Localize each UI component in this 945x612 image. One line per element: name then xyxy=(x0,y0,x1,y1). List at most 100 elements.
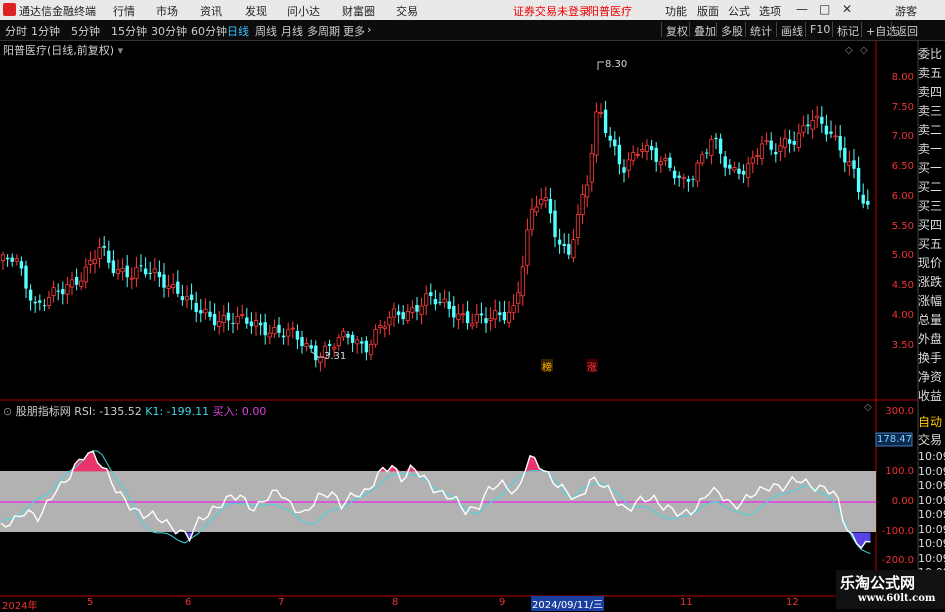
candle-body xyxy=(728,164,732,169)
candle-body xyxy=(88,260,93,265)
auto-trade-label[interactable]: 自动 xyxy=(918,413,945,430)
candle-body xyxy=(861,194,865,204)
chart-canvas: ◇ ◇ ◇ xyxy=(0,41,919,609)
candle-body xyxy=(718,138,723,154)
candle-body xyxy=(700,154,705,164)
candle-body xyxy=(258,322,263,326)
candle-body xyxy=(360,341,364,344)
candle-body xyxy=(516,292,521,304)
main-chart-title: 阳普医疗(日线,前复权) ▾ xyxy=(3,42,123,58)
candle-body xyxy=(226,312,231,321)
tick-time: 10:09 xyxy=(918,464,945,478)
x-axis-label: 11 xyxy=(680,597,693,608)
candle-body xyxy=(107,250,111,263)
rsi-y-label: 300.0 xyxy=(885,406,914,417)
candle-body xyxy=(447,301,451,309)
candle-body xyxy=(286,329,291,337)
candle-body xyxy=(199,310,203,314)
indicator-close-icon[interactable]: ◇ xyxy=(864,402,872,413)
indicator-menu-icon[interactable]: ⊙ xyxy=(3,405,12,418)
trade-label[interactable]: 交易 xyxy=(918,431,945,448)
candle-body xyxy=(304,342,309,347)
candle-body xyxy=(456,313,461,320)
candle-body xyxy=(368,344,374,356)
candle-body xyxy=(350,334,355,343)
diamond-icon[interactable]: ◇ xyxy=(845,45,853,56)
candle-body xyxy=(520,266,525,297)
candle-body xyxy=(424,293,429,306)
main-chart-title-text: 阳普医疗(日线,前复权) xyxy=(3,44,115,57)
title-dropdown-icon[interactable]: ▾ xyxy=(118,44,124,57)
candle-body xyxy=(429,292,433,297)
candle-body xyxy=(755,155,760,157)
tick-time: 10:09 xyxy=(918,551,945,565)
candle-body xyxy=(714,137,718,140)
candle-body xyxy=(737,168,741,174)
candle-body xyxy=(815,115,820,119)
price-y-label: 7.50 xyxy=(891,102,914,113)
candle-body xyxy=(415,305,419,312)
candle-body xyxy=(387,316,392,326)
candle-body xyxy=(152,268,157,274)
candle-body xyxy=(608,135,612,141)
price-y-label: 5.50 xyxy=(891,221,914,232)
candle-body xyxy=(318,356,323,363)
marker-bang[interactable]: 榜 xyxy=(542,359,552,374)
candle-body xyxy=(668,157,672,168)
candle-body xyxy=(115,269,121,274)
candle-body xyxy=(442,298,447,303)
candle-body xyxy=(272,327,277,335)
candle-body xyxy=(231,323,235,325)
candle-body xyxy=(410,307,415,313)
indicator-name[interactable]: 股朋指标网 xyxy=(16,405,71,418)
quote-label: 总量 xyxy=(918,313,943,327)
settings-small-icon[interactable]: ◇ xyxy=(860,45,868,56)
candle-body xyxy=(355,339,360,345)
candle-body xyxy=(548,198,553,214)
x-axis-label: 8 xyxy=(392,597,399,608)
candle-body xyxy=(235,316,240,324)
rsi-oversold-fill xyxy=(1,532,871,549)
candle-body xyxy=(764,140,769,143)
rsi-y-label: 100.0 xyxy=(885,466,914,477)
indicator-title: ⊙ 股朋指标网 RSI: -135.52 K1: -199.11 买入: 0.0… xyxy=(3,403,266,419)
price-y-label: 5.00 xyxy=(891,250,914,261)
quote-label: 外盘 xyxy=(918,332,943,346)
candle-body xyxy=(290,327,295,330)
candle-body xyxy=(401,312,405,320)
candle-body xyxy=(162,274,166,288)
candle-body xyxy=(176,281,180,294)
candle-body xyxy=(83,266,88,283)
quote-label: 买四 xyxy=(918,218,943,232)
candle-body xyxy=(336,337,341,347)
candle-body xyxy=(686,179,691,182)
candle-body xyxy=(327,343,332,347)
candle-body xyxy=(691,178,695,180)
tick-time: 10:09 xyxy=(918,479,945,492)
quote-label: 净资 xyxy=(918,370,943,384)
candle-body xyxy=(640,149,645,152)
tick-time: 10:09 xyxy=(918,537,945,550)
candle-body xyxy=(681,177,686,180)
candle-body xyxy=(644,145,650,152)
candle-body xyxy=(465,311,470,324)
candle-body xyxy=(332,346,337,350)
candle-body xyxy=(525,229,530,266)
candle-body xyxy=(580,194,585,215)
candle-body xyxy=(705,152,709,154)
candle-body xyxy=(171,284,176,289)
candle-body xyxy=(750,157,755,164)
candle-body xyxy=(567,244,571,255)
candle-body xyxy=(557,239,562,245)
candle-body xyxy=(0,254,6,261)
candle-body xyxy=(438,301,442,303)
candles-group xyxy=(0,100,870,372)
candle-body xyxy=(194,302,198,312)
candle-body xyxy=(470,323,475,327)
marker-zhang[interactable]: 涨 xyxy=(587,359,597,374)
watermark-url: www.60lt.com xyxy=(858,593,936,604)
candle-body xyxy=(65,284,70,295)
high-marker-line xyxy=(597,61,604,70)
price-y-label: 7.00 xyxy=(891,131,914,142)
candle-body xyxy=(484,318,488,324)
